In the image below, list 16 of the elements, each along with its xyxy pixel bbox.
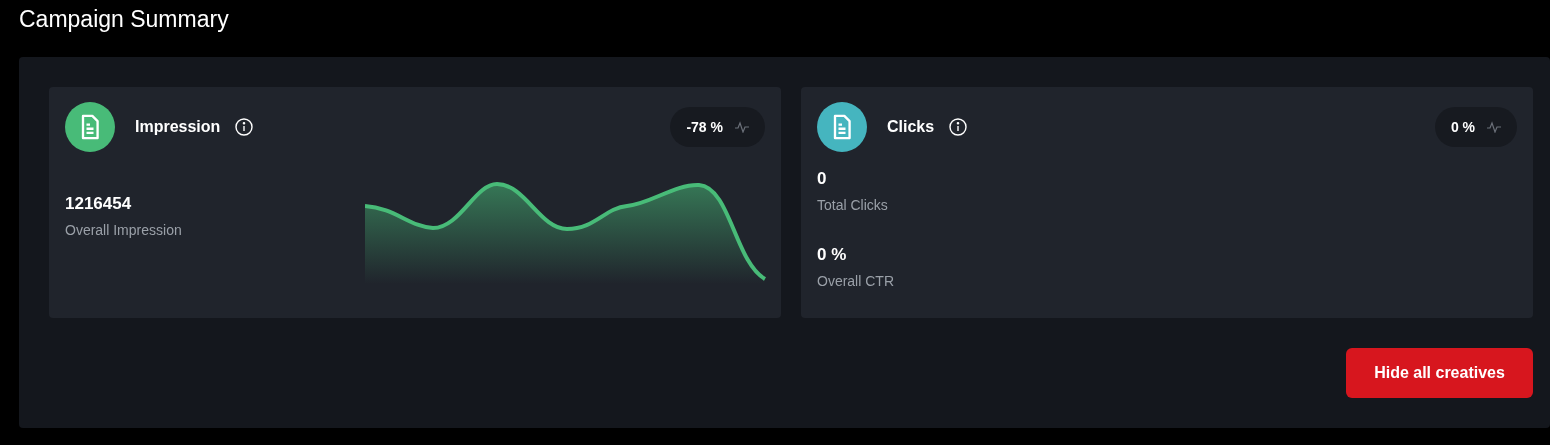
stat-label: Overall Impression (65, 221, 182, 240)
card-title: Clicks (887, 117, 935, 137)
hide-creatives-button[interactable]: Hide all creatives (1346, 348, 1533, 398)
stat-label: Total Clicks (817, 196, 888, 215)
page-title: Campaign Summary (19, 5, 229, 34)
info-icon[interactable] (235, 118, 254, 136)
stat-label: Overall CTR (817, 272, 894, 291)
pulse-icon (1487, 121, 1501, 133)
info-icon[interactable] (949, 118, 968, 136)
pulse-icon (735, 121, 749, 133)
change-badge: 0 % (1434, 107, 1517, 147)
stat-value: 0 (817, 168, 827, 190)
card-title: Impression (135, 117, 221, 137)
stat-value: 1216454 (65, 193, 132, 215)
stat-value: 0 % (817, 244, 847, 266)
change-badge: -78 % (670, 107, 765, 147)
